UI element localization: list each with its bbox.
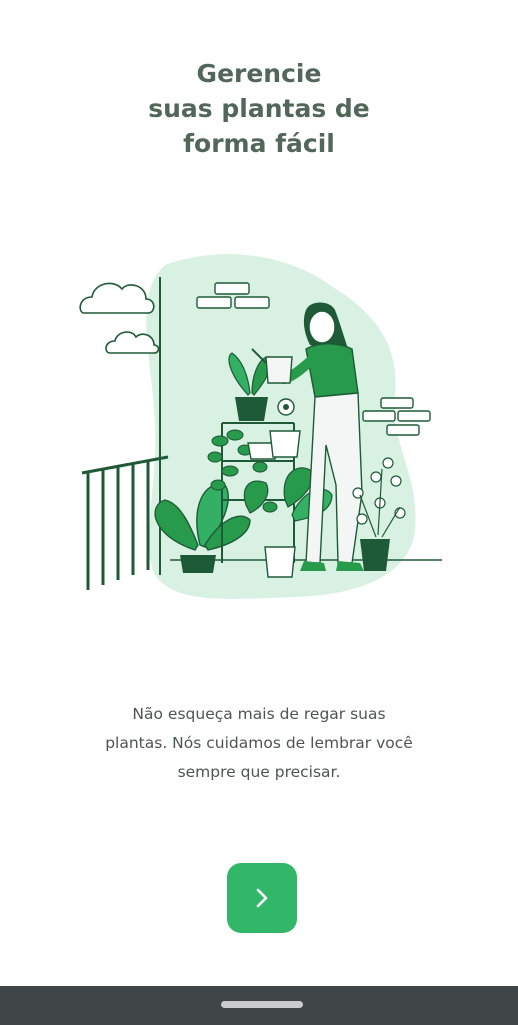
home-gesture-handle[interactable] [221,1001,303,1008]
onboarding-illustration [70,245,450,615]
onboarding-screen: Gerencie suas plantas de forma fácil Não… [0,0,518,1025]
onboarding-description: Não esqueça mais de regar suas plantas. … [105,705,413,781]
system-navigation-bar [0,986,518,1025]
next-button[interactable] [227,863,297,933]
page-title: Gerencie suas plantas de forma fácil [148,59,370,158]
cloud-icon [79,282,155,314]
chevron-right-icon [256,888,268,908]
plants-illustration [79,254,442,599]
